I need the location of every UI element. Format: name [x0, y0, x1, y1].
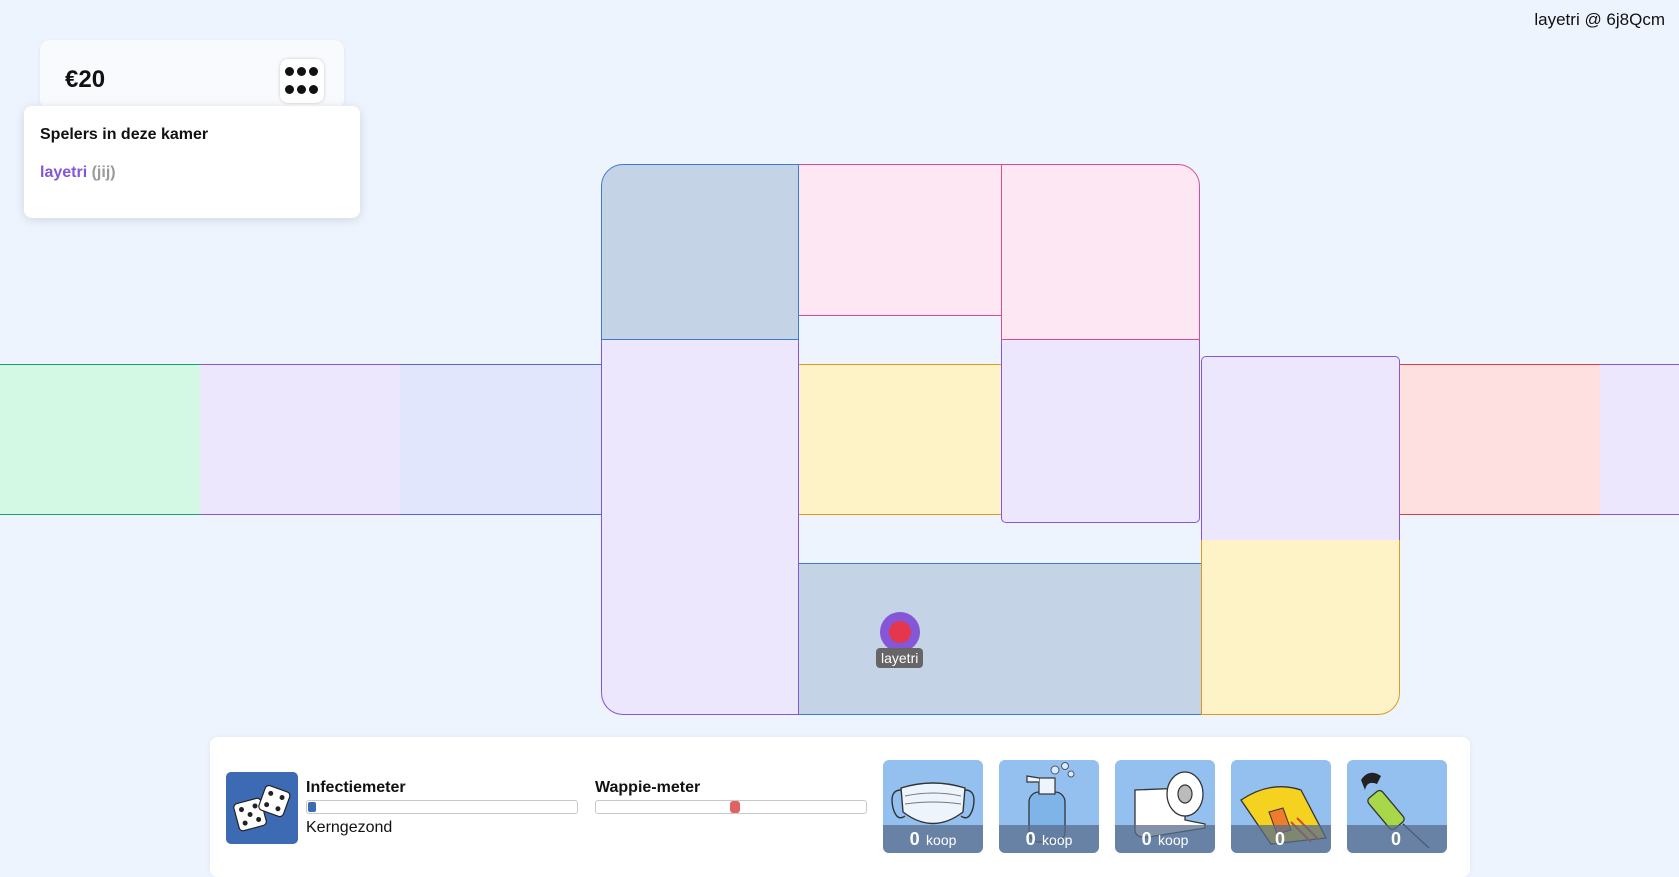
wappie-meter-label: Wappie-meter	[595, 779, 701, 796]
board-tile[interactable]	[200, 364, 400, 515]
board-tile[interactable]	[601, 340, 799, 715]
shop-item-bar: 0 koop	[883, 825, 983, 853]
board-tile[interactable]	[1201, 356, 1400, 540]
wappie-meter-bar	[595, 800, 867, 814]
board-tile[interactable]	[799, 164, 1001, 316]
buy-button[interactable]: koop	[1042, 832, 1072, 848]
board-tile[interactable]	[1400, 364, 1600, 515]
infection-meter-bar	[306, 800, 578, 814]
dice-icon	[233, 784, 291, 832]
infection-meter-fill	[308, 802, 316, 812]
player-name: layetri	[40, 164, 88, 181]
wappie-meter-marker	[730, 801, 740, 813]
shop-item-bar: 0	[1347, 825, 1447, 853]
board-tile[interactable]	[1201, 540, 1400, 715]
money-card: €20	[40, 40, 344, 110]
virus-icon	[889, 621, 911, 643]
shop-item-bar: 0 koop	[999, 825, 1099, 853]
board-tile[interactable]	[0, 364, 200, 515]
buy-button[interactable]: koop	[1158, 832, 1188, 848]
players-panel: Spelers in deze kamer layetri (jij)	[24, 106, 360, 218]
board-tile[interactable]	[799, 563, 1201, 715]
money-amount: €20	[65, 66, 106, 93]
board-tile[interactable]	[601, 164, 799, 340]
board-tile[interactable]	[799, 364, 1001, 515]
players-title: Spelers in deze kamer	[40, 126, 209, 143]
player-you-suffix: (jij)	[91, 164, 116, 181]
roll-dice-button[interactable]	[226, 772, 298, 844]
shop-item-mask[interactable]: 0 koop	[883, 760, 983, 853]
buy-button[interactable]: koop	[926, 832, 956, 848]
infection-meter-label: Infectiemeter	[306, 779, 406, 796]
player-token[interactable]	[880, 612, 920, 652]
shop-item-toilet-paper[interactable]: 0 koop	[1115, 760, 1215, 853]
shop-item-sanitizer[interactable]: 0 koop	[999, 760, 1099, 853]
die-six-icon[interactable]	[280, 59, 324, 103]
player-list-item: layetri (jij)	[40, 164, 116, 182]
shop-item-vaccine[interactable]: 0	[1347, 760, 1447, 853]
bottom-panel: Infectiemeter Kerngezond Wappie-meter 0 …	[210, 737, 1470, 877]
user-room-label: layetri @ 6j8Qcm	[1534, 10, 1665, 29]
player-token-label: layetri	[876, 648, 924, 668]
board-tile[interactable]	[1001, 340, 1200, 523]
shop-item-test[interactable]: 0	[1231, 760, 1331, 853]
shop-item-bar: 0 koop	[1115, 825, 1215, 853]
board-tile[interactable]	[1600, 364, 1679, 515]
infection-status: Kerngezond	[306, 819, 393, 836]
shop-item-bar: 0	[1231, 825, 1331, 853]
board-tile[interactable]	[1001, 164, 1200, 340]
board-tile[interactable]	[400, 364, 601, 515]
